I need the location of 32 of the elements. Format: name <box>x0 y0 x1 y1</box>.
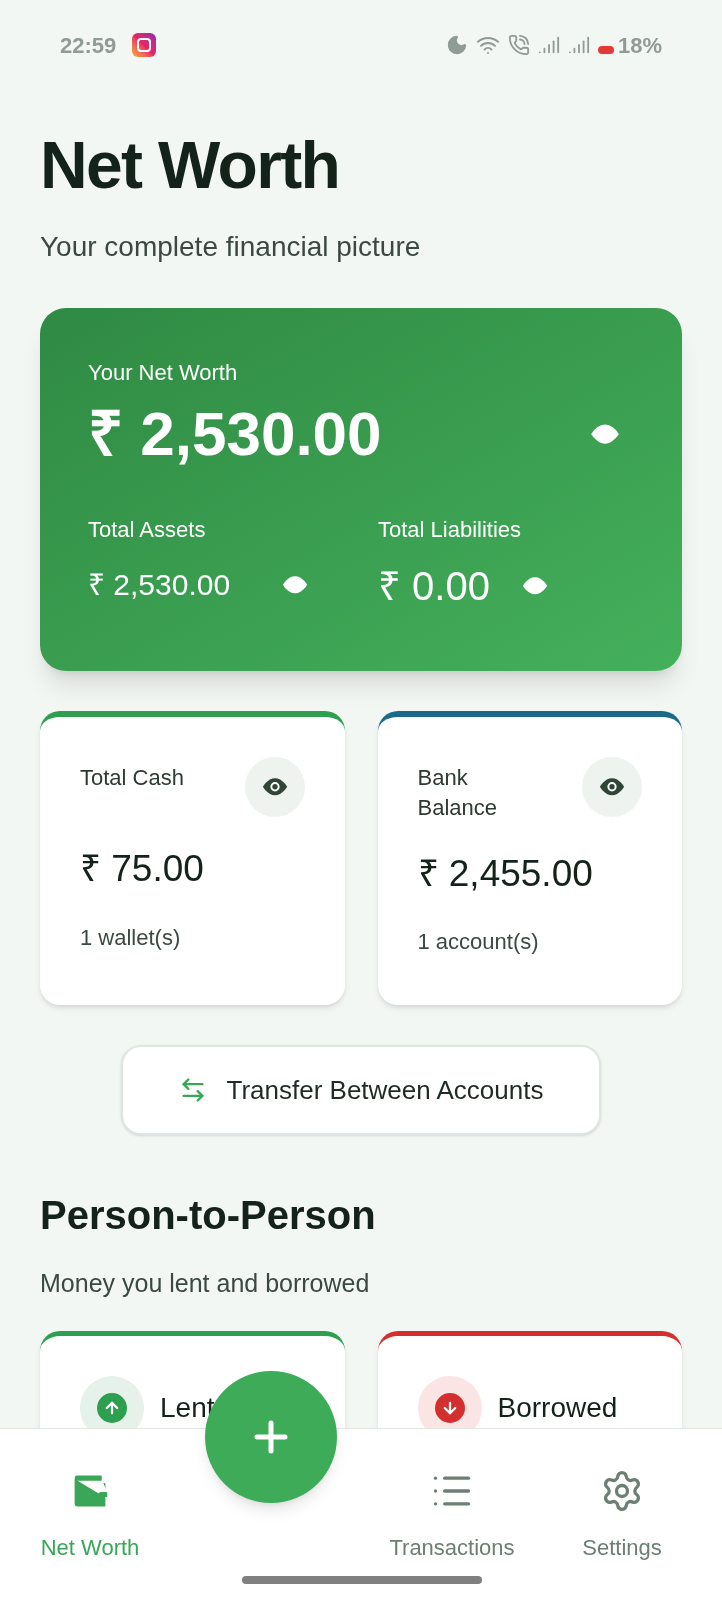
person-card-label: Lent <box>160 1390 215 1425</box>
person-card[interactable]: Borrowed <box>377 1330 682 1428</box>
balance-label: Bank Balance <box>417 764 498 823</box>
balance-card[interactable]: Total Cash ₹ 75.00 1 wallet(s) <box>40 711 345 1005</box>
balance-count: 1 wallet(s) <box>80 923 182 952</box>
signal-icon <box>567 34 590 56</box>
liabilities-label: Total Liabilities <box>378 516 523 544</box>
nav-tab[interactable]: Settings <box>542 1429 702 1600</box>
battery-icon <box>597 46 614 54</box>
net-worth-amount: ₹ 2,530.00 <box>88 403 382 465</box>
net-worth-label: Your Net Worth <box>88 359 239 387</box>
call-icon <box>507 34 530 56</box>
assets-label: Total Assets <box>88 516 207 544</box>
battery-percent: 18% <box>617 31 662 60</box>
signal-icon <box>537 34 560 56</box>
person-card-label: Borrowed <box>497 1390 618 1425</box>
nav-tab[interactable]: Transactions <box>372 1429 532 1600</box>
assets-amount: ₹ 2,530.00 <box>88 567 231 603</box>
balance-amount: ₹ 75.00 <box>80 847 205 891</box>
balance-count: 1 account(s) <box>417 928 540 956</box>
balance-amount: ₹ 2,455.00 <box>417 851 594 896</box>
transfer-button[interactable]: Transfer Between Accounts <box>121 1045 601 1135</box>
moon-icon <box>445 34 468 56</box>
balance-card[interactable]: Bank Balance ₹ 2,455.00 1 account(s) <box>377 711 682 1005</box>
page-subtitle: Your complete financial picture <box>40 230 422 264</box>
status-time: 22:59 <box>60 31 117 60</box>
liabilities-amount: ₹ 0.00 <box>378 563 490 610</box>
balance-label: Total Cash <box>80 764 185 792</box>
app-notification-icon <box>132 33 157 57</box>
section-title: Person-to-Person <box>40 1192 377 1239</box>
section-subtitle: Money you lent and borrowed <box>40 1268 371 1299</box>
page-title: Net Worth <box>40 132 341 198</box>
